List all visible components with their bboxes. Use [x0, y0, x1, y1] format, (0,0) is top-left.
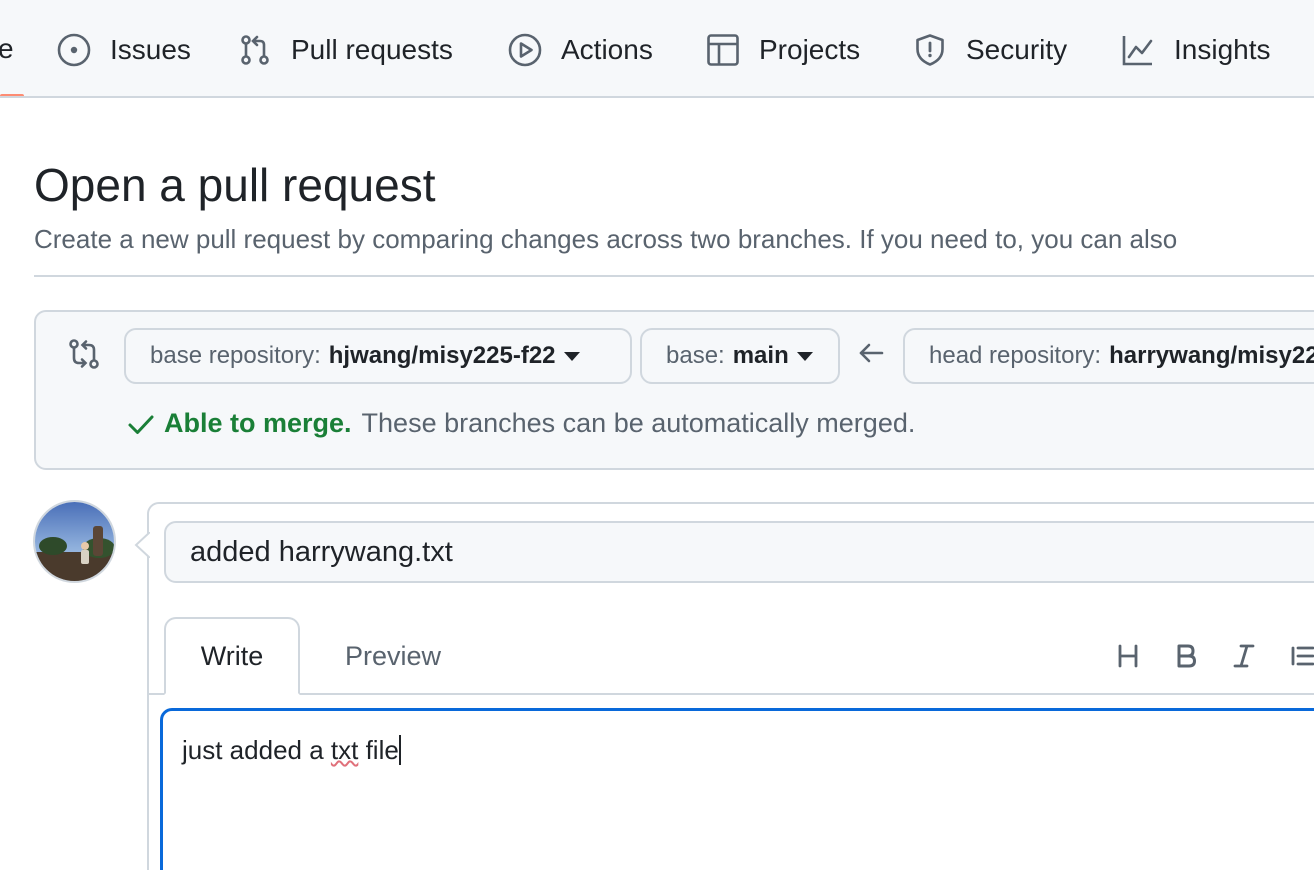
- nav-item-actions[interactable]: Actions: [507, 28, 653, 72]
- arrow-left-icon: [859, 343, 884, 363]
- nav-item-security[interactable]: Security: [912, 28, 1067, 72]
- avatar-photo: [35, 502, 114, 581]
- merge-status: Able to merge. These branches can be aut…: [126, 408, 915, 439]
- list-button[interactable]: [1282, 636, 1314, 676]
- git-pull-request-icon: [241, 35, 269, 65]
- graph-icon: [1122, 36, 1153, 66]
- merge-ok-text: Able to merge.: [164, 408, 352, 438]
- nav-item-insights[interactable]: Insights: [1120, 28, 1271, 72]
- body-text-end: file: [358, 735, 399, 765]
- base-repository-select[interactable]: base repository: hjwang/misy225-f22: [124, 328, 632, 384]
- nav-item-label: Security: [966, 34, 1068, 65]
- list-icon: [1291, 646, 1314, 666]
- nav-item-code-partial[interactable]: e: [0, 33, 14, 65]
- nav-active-indicator: [0, 94, 24, 96]
- base-branch-select[interactable]: base: main: [640, 328, 840, 384]
- nav-item-label: Issues: [110, 34, 191, 65]
- repo-nav: e Issues Pull requests Actions: [0, 0, 1314, 98]
- base-repository-label: base repository:: [150, 342, 321, 369]
- italic-button[interactable]: [1224, 636, 1264, 676]
- bold-button[interactable]: [1166, 636, 1206, 676]
- text-cursor: [398, 735, 401, 765]
- header-divider: [34, 275, 1314, 277]
- form-pointer: [134, 532, 150, 558]
- nav-item-projects[interactable]: Projects: [705, 28, 860, 72]
- nav-item-label: Projects: [759, 34, 861, 65]
- nav-item-label: Actions: [561, 34, 653, 65]
- nav-item-issues[interactable]: Issues: [56, 28, 191, 72]
- page-description: Create a new pull request by comparing c…: [34, 224, 1178, 254]
- head-repository-select[interactable]: head repository: harrywang/misy225-f22: [903, 328, 1314, 384]
- base-branch-value: main: [732, 342, 789, 369]
- caret-down-icon: [563, 351, 580, 361]
- bold-icon: [1177, 644, 1196, 668]
- base-repository-value: hjwang/misy225-f22: [328, 342, 556, 369]
- heading-button[interactable]: [1108, 636, 1148, 676]
- merge-message: These branches can be automatically merg…: [361, 408, 916, 438]
- base-branch-label: base:: [666, 342, 725, 369]
- tab-preview[interactable]: Preview: [320, 617, 466, 695]
- table-icon: [707, 34, 739, 66]
- nav-item-pull-requests[interactable]: Pull requests: [237, 28, 453, 72]
- issue-opened-icon: [57, 33, 91, 67]
- nav-item-label: Insights: [1174, 34, 1271, 65]
- nav-item-label: Pull requests: [291, 34, 453, 65]
- body-text: just added a: [182, 735, 331, 765]
- compare-arrows-icon: [69, 339, 99, 369]
- head-repository-label: head repository:: [929, 342, 1102, 369]
- avatar[interactable]: [33, 500, 116, 583]
- misspelled-word: txt: [330, 735, 359, 765]
- check-icon: [128, 415, 154, 434]
- heading-icon: [1118, 644, 1138, 668]
- shield-icon: [916, 34, 944, 66]
- tab-write[interactable]: Write: [164, 617, 300, 695]
- pr-body-textarea[interactable]: just added a txt file: [160, 708, 1314, 870]
- head-repository-value: harrywang/misy225-f22: [1109, 342, 1314, 369]
- pr-title-input[interactable]: added harrywang.txt: [164, 521, 1314, 583]
- page-title: Open a pull request: [34, 159, 436, 211]
- caret-down-icon: [796, 351, 813, 361]
- italic-icon: [1233, 644, 1255, 668]
- play-icon: [508, 33, 542, 67]
